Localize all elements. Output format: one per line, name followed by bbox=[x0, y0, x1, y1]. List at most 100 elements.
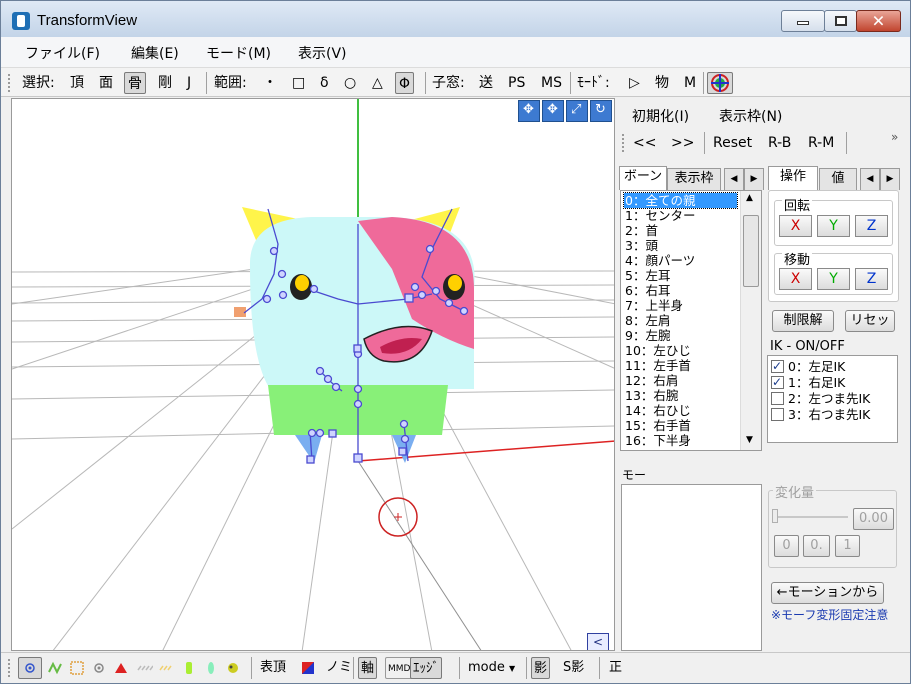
scroll-thumb[interactable] bbox=[743, 215, 759, 287]
change-slider-thumb[interactable] bbox=[772, 509, 778, 523]
menu-init[interactable]: 初期化(I) bbox=[632, 106, 689, 126]
select-joint-button[interactable]: J bbox=[184, 72, 194, 94]
statusbar-grip[interactable] bbox=[8, 659, 10, 677]
bone-list-item[interactable]: 0：全ての親 bbox=[623, 192, 738, 209]
ik-item[interactable]: 0：左足IK bbox=[771, 358, 845, 375]
front-view-button[interactable]: 正 bbox=[607, 657, 624, 679]
reset-pose-button[interactable]: リセッ bbox=[845, 310, 895, 332]
ik-checkbox[interactable] bbox=[771, 392, 784, 405]
collapse-panel-button[interactable]: < bbox=[587, 633, 609, 650]
nomi-toggle[interactable]: ノミ bbox=[324, 657, 354, 679]
select-rigid-button[interactable]: 剛 bbox=[155, 72, 175, 94]
rotate-y-button[interactable]: Y bbox=[817, 215, 850, 237]
menu-file[interactable]: ファイル(F) bbox=[25, 43, 100, 63]
bone-list-item[interactable]: 4：顔パーツ bbox=[624, 253, 737, 268]
texture-grid-icon[interactable] bbox=[69, 660, 85, 676]
quick-value-1-button[interactable]: 1 bbox=[835, 535, 860, 557]
ik-item[interactable]: 2：左つま先IK bbox=[771, 391, 870, 407]
panel-toolbar-grip[interactable] bbox=[622, 134, 624, 152]
bone-point-icon[interactable] bbox=[91, 660, 107, 676]
quick-value-0-button[interactable]: 0 bbox=[774, 535, 799, 557]
show-vertices-toggle[interactable] bbox=[18, 657, 42, 679]
bone-list-scrollbar[interactable]: ▲ ▼ bbox=[740, 191, 761, 450]
tab-scroll-right[interactable]: ▶ bbox=[744, 168, 764, 190]
tab-value[interactable]: 値 bbox=[819, 168, 857, 190]
menu-mode[interactable]: モード(M) bbox=[206, 43, 271, 63]
range-point-button[interactable]: ・ bbox=[260, 72, 280, 94]
bone-list-item[interactable]: 6：右耳 bbox=[624, 283, 737, 298]
tab-operate[interactable]: 操作 bbox=[768, 166, 818, 190]
rigid-triangle-icon[interactable] bbox=[113, 660, 129, 676]
axis-toggle[interactable]: 軸 bbox=[358, 657, 378, 679]
bone-list-item[interactable]: 8：左肩 bbox=[624, 313, 737, 328]
range-phi-button[interactable]: Φ bbox=[395, 72, 415, 94]
ps-button[interactable]: PS bbox=[505, 72, 528, 94]
toolbar-grip[interactable] bbox=[8, 74, 10, 92]
bone-list-item[interactable]: 13：右腕 bbox=[624, 388, 737, 403]
pan-xy-button[interactable]: ✥ bbox=[542, 100, 564, 122]
tab-scroll-left[interactable]: ◀ bbox=[724, 168, 744, 190]
ik-checkbox[interactable] bbox=[771, 358, 784, 374]
menu-edit[interactable]: 編集(E) bbox=[131, 43, 179, 63]
ms-button[interactable]: MS bbox=[538, 72, 565, 94]
close-button[interactable]: ✕ bbox=[856, 10, 901, 32]
physics-button[interactable]: 物 bbox=[652, 72, 672, 94]
color-swatch-icon[interactable] bbox=[300, 660, 316, 676]
self-shadow-toggle[interactable]: S影 bbox=[561, 657, 586, 679]
tab-scroll-left[interactable]: ◀ bbox=[860, 168, 880, 190]
mode-dropdown[interactable]: mode ▼ bbox=[466, 657, 517, 679]
quick-value-half-button[interactable]: 0. bbox=[803, 535, 830, 557]
soft-body-icon[interactable] bbox=[159, 660, 175, 676]
shadow-toggle[interactable]: 影 bbox=[531, 657, 551, 679]
move-z-button[interactable]: Z bbox=[855, 268, 888, 290]
minimize-button[interactable] bbox=[781, 10, 825, 32]
target-button[interactable] bbox=[707, 72, 733, 94]
rb-button[interactable]: R-B bbox=[765, 132, 794, 154]
next-button[interactable]: >> bbox=[668, 132, 697, 154]
reset-button[interactable]: Reset bbox=[710, 132, 755, 154]
ik-item[interactable]: 3：右つま先IK bbox=[771, 407, 870, 423]
bone-list-item[interactable]: 15：右手首 bbox=[624, 418, 737, 433]
send-button[interactable]: 送 bbox=[476, 72, 496, 94]
green-bar-icon[interactable] bbox=[181, 660, 197, 676]
change-value-field[interactable]: 0.00 bbox=[853, 508, 894, 530]
bone-list-item[interactable]: 1：センター bbox=[624, 208, 737, 223]
rotate-z-button[interactable]: Z bbox=[855, 215, 888, 237]
select-face-button[interactable]: 面 bbox=[96, 72, 116, 94]
unlimit-button[interactable]: 制限解 bbox=[772, 310, 834, 332]
ik-item[interactable]: 1：右足IK bbox=[771, 374, 845, 391]
range-delta-button[interactable]: δ bbox=[317, 72, 332, 94]
ik-list[interactable]: 0：左足IK 1：右足IK 2：左つま先IK 3：右つま先IK bbox=[767, 355, 898, 443]
morph-blob-icon[interactable] bbox=[225, 660, 241, 676]
3d-viewport[interactable]: ✥ ✥ ⤢ ↻ < bbox=[11, 98, 615, 651]
zoom-button[interactable]: ⤢ bbox=[566, 100, 588, 122]
maximize-button[interactable] bbox=[824, 10, 857, 32]
bone-list-item[interactable]: 16：下半身 bbox=[624, 433, 737, 448]
ik-checkbox[interactable] bbox=[771, 374, 784, 390]
bone-list-item[interactable]: 12：右肩 bbox=[624, 373, 737, 388]
wire-mesh-icon[interactable] bbox=[47, 660, 63, 676]
move-x-button[interactable]: X bbox=[779, 268, 812, 290]
joint-lines-icon[interactable] bbox=[137, 660, 153, 676]
tab-bone[interactable]: ボーン bbox=[619, 166, 667, 190]
bone-list-item[interactable]: 3：頭 bbox=[624, 238, 737, 253]
rotate-x-button[interactable]: X bbox=[779, 215, 812, 237]
range-rect-button[interactable]: □ bbox=[289, 72, 308, 94]
bone-list-item[interactable]: 9：左腕 bbox=[624, 328, 737, 343]
bone-list-item[interactable]: 2：首 bbox=[624, 223, 737, 238]
toolbar-overflow-button[interactable]: » bbox=[888, 126, 901, 148]
edge-toggle[interactable]: ｴｯｼﾞ bbox=[410, 657, 442, 679]
menu-display-frame[interactable]: 表示枠(N) bbox=[719, 106, 782, 126]
bone-list-item[interactable]: 14：右ひじ bbox=[624, 403, 737, 418]
bone-list-item[interactable]: 11：左手首 bbox=[624, 358, 737, 373]
rm-button[interactable]: R-M bbox=[805, 132, 837, 154]
morph-list[interactable] bbox=[621, 484, 762, 651]
from-motion-button[interactable]: ←モーションから bbox=[771, 582, 884, 604]
range-triangle-button[interactable]: △ bbox=[369, 72, 386, 94]
bone-list-item[interactable]: 5：左耳 bbox=[624, 268, 737, 283]
select-vertex-button[interactable]: 頂 bbox=[67, 72, 87, 94]
ik-checkbox[interactable] bbox=[771, 408, 784, 421]
m-button[interactable]: M bbox=[681, 72, 699, 94]
range-circle-button[interactable]: ○ bbox=[341, 72, 359, 94]
rotate-view-button[interactable]: ↻ bbox=[590, 100, 612, 122]
